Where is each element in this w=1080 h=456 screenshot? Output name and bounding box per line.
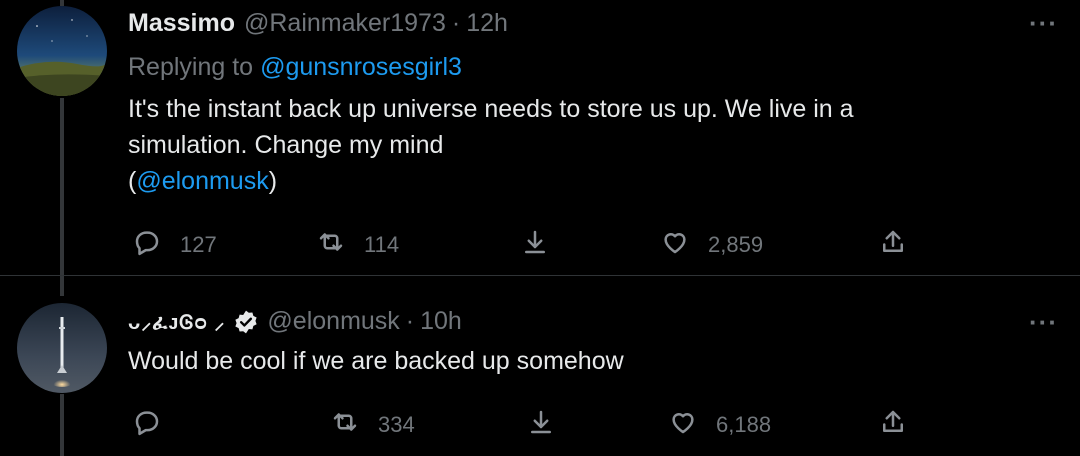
- tweet1-header: Massimo @Rainmaker1973 · 12h: [128, 9, 508, 38]
- share-via-button[interactable]: [526, 407, 556, 443]
- avatar-massimo[interactable]: [17, 6, 107, 96]
- retweet-icon: [316, 227, 346, 263]
- tweet1-separator: ·: [451, 9, 461, 37]
- reply-icon: [132, 407, 162, 443]
- share-icon: [878, 407, 908, 443]
- more-horizontal-icon[interactable]: ···: [1029, 10, 1058, 36]
- retweet-button[interactable]: 334: [330, 407, 415, 443]
- retweet-icon: [330, 407, 360, 443]
- paren-close: ): [268, 167, 278, 195]
- share-button[interactable]: [878, 227, 908, 263]
- replying-to-label: Replying to: [128, 53, 254, 81]
- like-button[interactable]: 6,188: [668, 407, 771, 443]
- more-horizontal-icon[interactable]: ···: [1029, 309, 1058, 335]
- tweet1-timestamp[interactable]: 12h: [466, 9, 508, 38]
- tweet2-text-line1: Would be cool if we are backed up someho…: [128, 347, 624, 375]
- thread-line-connector: [60, 98, 64, 296]
- download-arrow-icon: [526, 407, 556, 443]
- heart-icon: [668, 407, 698, 443]
- verified-badge-icon: [233, 309, 259, 335]
- retweet-count: 334: [378, 412, 415, 437]
- tweet1-author-handle[interactable]: @Rainmaker1973: [244, 9, 446, 38]
- tweet2-timestamp[interactable]: 10h: [420, 307, 462, 336]
- tweet1-replying-to: Replying to @gunsnrosesgirl3: [128, 53, 462, 82]
- reply-button[interactable]: [132, 407, 162, 443]
- mention-elonmusk[interactable]: @elonmusk: [136, 167, 268, 195]
- tweet2-author-name[interactable]: ᴗ⸝ፈᴊᎶᴑ ⸝: [128, 308, 225, 335]
- share-icon: [878, 227, 908, 263]
- thread-line-bottom: [60, 394, 64, 456]
- share-button[interactable]: [878, 407, 908, 443]
- tweet1-text: It's the instant back up universe needs …: [128, 91, 854, 199]
- tweet2-header: ᴗ⸝ፈᴊᎶᴑ ⸝ @elonmusk · 10h: [128, 307, 462, 336]
- share-via-button[interactable]: [520, 227, 550, 263]
- tweet1-author-name[interactable]: Massimo: [128, 9, 235, 38]
- tweet2-separator: ·: [405, 307, 415, 335]
- retweet-count: 114: [364, 232, 400, 257]
- reply-button[interactable]: 127: [132, 227, 217, 263]
- like-button[interactable]: 2,859: [660, 227, 763, 263]
- tweet2-text: Would be cool if we are backed up someho…: [128, 343, 624, 379]
- tweet1-text-line3: (@elonmusk): [128, 163, 854, 199]
- like-count: 6,188: [716, 412, 772, 437]
- like-count: 2,859: [708, 232, 764, 257]
- reply-count: 127: [180, 232, 217, 257]
- tweet1-text-line1: It's the instant back up universe needs …: [128, 95, 854, 123]
- reply-icon: [132, 227, 162, 263]
- tweet-divider: [0, 275, 1080, 276]
- download-arrow-icon: [520, 227, 550, 263]
- tweet2-author-handle[interactable]: @elonmusk: [267, 307, 399, 336]
- retweet-button[interactable]: 114: [316, 227, 399, 263]
- heart-icon: [660, 227, 690, 263]
- tweet1-text-line2: simulation. Change my mind: [128, 131, 444, 159]
- avatar-elonmusk[interactable]: [17, 303, 107, 393]
- replying-to-handle[interactable]: @gunsnrosesgirl3: [260, 53, 462, 82]
